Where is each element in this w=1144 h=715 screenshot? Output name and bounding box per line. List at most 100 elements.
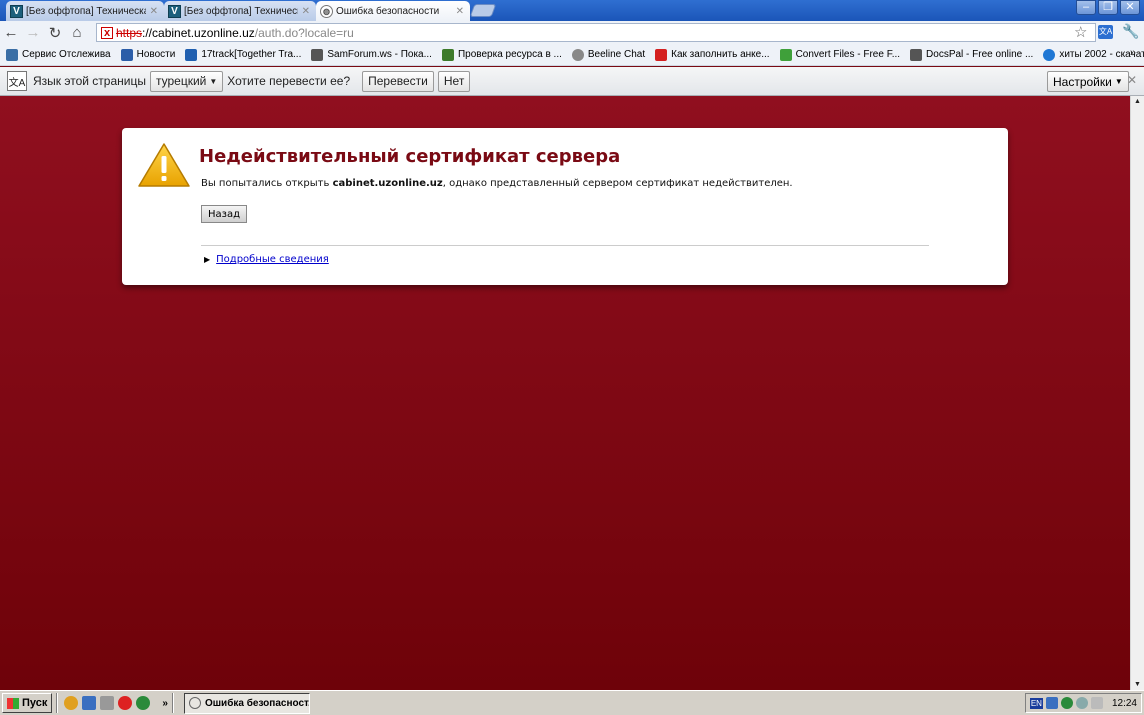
bookmark-label: 17track[Together Tra...	[201, 49, 302, 60]
bookmark-item[interactable]: Convert Files - Free F...	[779, 48, 904, 61]
tray-app-icon[interactable]	[1060, 697, 1073, 709]
language-value: турецкий	[155, 74, 207, 88]
bookmark-item[interactable]: SamForum.ws - Пока...	[311, 48, 436, 61]
bookmark-item[interactable]: Проверка ресурса в ...	[441, 48, 566, 61]
forward-arrow-icon[interactable]: →	[22, 22, 44, 44]
tab-active[interactable]: ◍ Ошибка безопасности ✕	[316, 1, 470, 21]
ssl-error-page: Недействительный сертификат сервера Вы п…	[0, 96, 1130, 690]
start-label: Пуск	[22, 697, 48, 709]
bookmarks-overflow-icon[interactable]: »	[1130, 47, 1136, 59]
new-tab-button[interactable]	[469, 4, 497, 17]
tab-strip: V [Без оффтопа] Техническая ✕ V [Без офф…	[0, 0, 1144, 21]
app-icon[interactable]	[136, 696, 151, 710]
translate-settings-button[interactable]: Настройки ▼	[1047, 71, 1129, 92]
close-tab-icon[interactable]: ✕	[456, 6, 464, 17]
bookmarks-bar: Сервис Отслежива Новости 17track[Togethe…	[0, 44, 1144, 66]
tab-title: [Без оффтопа] Техническая	[184, 5, 298, 17]
bookmark-favicon-icon	[779, 48, 792, 61]
bookmark-star-icon[interactable]: ☆	[1074, 23, 1087, 41]
system-tray: EN 12:24	[1024, 693, 1142, 713]
bookmark-favicon-icon	[910, 48, 923, 61]
bookmark-item[interactable]: Как заполнить анке...	[655, 48, 773, 61]
bookmark-item[interactable]: Сервис Отслежива	[6, 48, 115, 61]
language-select[interactable]: турецкий ▼	[149, 70, 224, 92]
divider	[201, 245, 929, 246]
warning-icon	[138, 143, 190, 187]
recycle-icon[interactable]	[100, 696, 115, 710]
message-prefix: Вы попытались открыть	[201, 178, 333, 189]
error-card: Недействительный сертификат сервера Вы п…	[122, 128, 1008, 285]
v-site-icon: V	[10, 4, 23, 18]
scroll-up-icon[interactable]: ▲	[1134, 98, 1141, 105]
clock: 12:24	[1111, 697, 1137, 709]
bookmark-label: Как заполнить анке...	[671, 49, 770, 60]
translate-bar-icon: 文A	[7, 71, 27, 91]
url-host: ://cabinet.uzonline.uz	[142, 25, 255, 40]
url-scheme: https	[116, 25, 143, 40]
bookmark-favicon-icon	[120, 48, 133, 61]
reload-icon[interactable]: ↻	[44, 22, 66, 44]
no-button[interactable]: Нет	[437, 70, 471, 92]
translate-button[interactable]: Перевести	[362, 70, 434, 92]
back-arrow-icon[interactable]: ←	[0, 22, 22, 44]
globe-icon	[188, 697, 201, 709]
vertical-scrollbar[interactable]: ▲ ▼	[1130, 96, 1144, 690]
start-button[interactable]: Пуск	[2, 693, 53, 713]
details-link[interactable]: Подробные сведения	[216, 254, 329, 265]
error-message: Вы попытались открыть cabinet.uzonline.u…	[201, 178, 793, 189]
bookmark-label: Проверка ресурса в ...	[457, 49, 562, 60]
quicklaunch-more-icon[interactable]: »	[162, 698, 168, 709]
close-infobar-icon[interactable]: ✕	[1127, 73, 1137, 87]
translate-infobar: 文A Язык этой страницы турецкий ▼ Хотите п…	[0, 67, 1144, 96]
restore-icon[interactable]: ❐	[1098, 0, 1118, 15]
chevron-down-icon: ▼	[209, 76, 218, 86]
window-controls: – ❐ ✕	[1076, 0, 1140, 15]
bookmark-favicon-icon	[441, 48, 454, 61]
bookmark-item[interactable]: DocsPal - Free online ...	[910, 48, 1037, 61]
settings-label: Настройки	[1053, 74, 1112, 89]
address-bar[interactable]: x https ://cabinet.uzonline.uz /auth.do?…	[96, 23, 1096, 42]
translate-icon[interactable]: 文A	[1098, 25, 1113, 39]
chevron-down-icon: ▼	[1114, 77, 1123, 86]
bookmark-favicon-icon	[1043, 48, 1056, 61]
details-toggle[interactable]: ▶ Подробные сведения	[204, 254, 329, 265]
tab-1[interactable]: V [Без оффтопа] Техническая ✕	[6, 1, 164, 21]
tab-title: [Без оффтопа] Техническая	[26, 5, 146, 17]
network-icon[interactable]	[1045, 697, 1058, 709]
taskbar-item-chrome[interactable]: Ошибка безопасност...	[183, 692, 310, 714]
volume-icon[interactable]	[1090, 697, 1103, 709]
wrench-icon[interactable]: 🔧	[1122, 23, 1139, 40]
language-indicator[interactable]: EN	[1029, 697, 1043, 709]
windows-taskbar: Пуск » Ошибка безопасност... EN 12:24	[0, 690, 1144, 715]
close-tab-icon[interactable]: ✕	[302, 6, 310, 17]
expand-triangle-icon[interactable]: ▶	[204, 255, 210, 264]
bookmark-favicon-icon	[185, 48, 198, 61]
minimize-icon[interactable]: –	[1076, 0, 1096, 15]
chrome-icon[interactable]	[64, 696, 79, 710]
bookmark-label: Новости	[136, 49, 176, 60]
tab-2[interactable]: V [Без оффтопа] Техническая ✕	[164, 1, 316, 21]
scroll-down-icon[interactable]: ▼	[1134, 681, 1141, 688]
divider	[56, 693, 59, 713]
close-window-icon[interactable]: ✕	[1120, 0, 1140, 15]
browser-toolbar: ← → ↻ ⌂ x https ://cabinet.uzonline.uz /…	[0, 21, 1144, 44]
home-icon[interactable]: ⌂	[66, 22, 88, 44]
globe-icon: ◍	[320, 4, 333, 18]
bookmark-item[interactable]: 17track[Together Tra...	[185, 48, 305, 61]
translate-prompt: Язык этой страницы	[33, 74, 146, 88]
windows-logo-icon	[7, 697, 19, 709]
task-label: Ошибка безопасност...	[204, 697, 310, 709]
insecure-lock-icon[interactable]: x	[101, 26, 113, 39]
opera-icon[interactable]	[118, 696, 133, 710]
back-button[interactable]: Назад	[201, 205, 248, 223]
close-tab-icon[interactable]: ✕	[150, 6, 158, 17]
bookmark-label: Beeline Chat	[587, 49, 646, 60]
error-title: Недействительный сертификат сервера	[199, 146, 621, 167]
tray-status-icon[interactable]	[1075, 697, 1088, 709]
tab-title: Ошибка безопасности	[336, 5, 440, 17]
translate-question: Хотите перевести ее?	[227, 74, 351, 88]
desktop-icon[interactable]	[82, 696, 97, 710]
bookmark-item[interactable]: Новости	[120, 48, 180, 61]
message-suffix: , однако представленный сервером сертифи…	[442, 178, 793, 189]
bookmark-item[interactable]: Beeline Chat	[571, 48, 649, 61]
